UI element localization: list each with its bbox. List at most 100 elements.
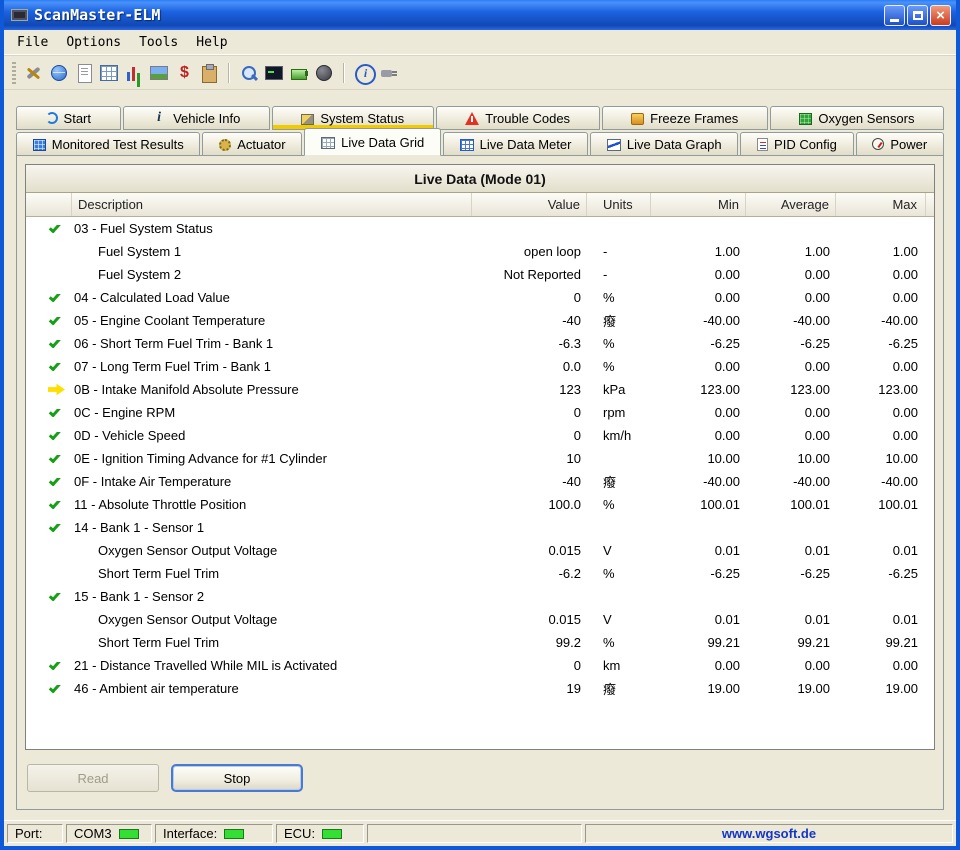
average-cell: 1.00 <box>746 244 836 259</box>
tab-label: Actuator <box>237 137 285 152</box>
tab-system-status[interactable]: System Status <box>272 106 434 130</box>
data-row[interactable]: Short Term Fuel Trim-6.2%-6.25-6.25-6.25 <box>26 562 934 585</box>
tab-vehicle-info[interactable]: Vehicle Info <box>123 106 270 130</box>
current-row-arrow-icon <box>48 383 65 396</box>
toolbar-grip[interactable] <box>12 62 16 84</box>
stop-button[interactable]: Stop <box>171 764 303 792</box>
units-cell: % <box>587 635 651 650</box>
tab-live-data-graph[interactable]: Live Data Graph <box>590 132 738 156</box>
description-cell: 06 - Short Term Fuel Trim - Bank 1 <box>72 336 472 351</box>
chart-icon[interactable] <box>123 62 145 84</box>
check-icon <box>49 317 61 325</box>
row-status-cell <box>26 340 72 348</box>
average-cell: -40.00 <box>746 313 836 328</box>
grid-body: 03 - Fuel System StatusFuel System 1open… <box>26 217 934 749</box>
terminal-icon[interactable] <box>263 62 285 84</box>
website-link[interactable]: www.wgsoft.de <box>722 826 816 841</box>
window-controls: × <box>884 5 951 26</box>
tab-freeze-frames[interactable]: Freeze Frames <box>602 106 768 130</box>
tab-trouble-codes[interactable]: Trouble Codes <box>436 106 600 130</box>
min-cell: -40.00 <box>651 474 746 489</box>
data-row[interactable]: 06 - Short Term Fuel Trim - Bank 1-6.3%-… <box>26 332 934 355</box>
tab-pid-config[interactable]: PID Config <box>740 132 853 156</box>
data-row[interactable]: 07 - Long Term Fuel Trim - Bank 10.0%0.0… <box>26 355 934 378</box>
column-header-value[interactable]: Value <box>472 193 587 216</box>
description-cell: 0B - Intake Manifold Absolute Pressure <box>72 382 472 397</box>
tab-label: Vehicle Info <box>173 111 240 126</box>
column-header-min[interactable]: Min <box>651 193 746 216</box>
min-cell: 0.00 <box>651 658 746 673</box>
data-row[interactable]: Short Term Fuel Trim99.2%99.2199.2199.21 <box>26 631 934 654</box>
menu-options[interactable]: Options <box>57 32 130 53</box>
value-cell: 100.0 <box>472 497 587 512</box>
max-cell: 123.00 <box>836 382 926 397</box>
oxygen-sensors-icon <box>799 113 812 125</box>
column-header-max[interactable]: Max <box>836 193 926 216</box>
info-icon[interactable] <box>353 62 375 84</box>
interface-cell: Interface: <box>155 824 273 843</box>
min-cell: 0.00 <box>651 359 746 374</box>
column-header-units[interactable]: Units <box>587 193 651 216</box>
column-header-description[interactable]: Description <box>72 193 472 216</box>
value-cell: 0 <box>472 428 587 443</box>
data-table-icon[interactable] <box>98 62 120 84</box>
image-icon[interactable] <box>148 62 170 84</box>
data-row[interactable]: 14 - Bank 1 - Sensor 1 <box>26 516 934 539</box>
value-cell: 123 <box>472 382 587 397</box>
read-button[interactable]: Read <box>27 764 159 792</box>
tab-monitored-test-results[interactable]: Monitored Test Results <box>16 132 200 156</box>
data-row[interactable]: 04 - Calculated Load Value0%0.000.000.00 <box>26 286 934 309</box>
tools-icon[interactable] <box>23 62 45 84</box>
tab-live-data-grid[interactable]: Live Data Grid <box>304 128 441 156</box>
data-row[interactable]: Fuel System 2Not Reported-0.000.000.00 <box>26 263 934 286</box>
data-row[interactable]: 0F - Intake Air Temperature-40癈-40.00-40… <box>26 470 934 493</box>
license-icon[interactable] <box>173 62 195 84</box>
data-row[interactable]: 05 - Engine Coolant Temperature-40癈-40.0… <box>26 309 934 332</box>
offline-globe-icon[interactable] <box>313 62 335 84</box>
data-row[interactable]: Oxygen Sensor Output Voltage0.015V0.010.… <box>26 539 934 562</box>
data-row[interactable]: 0C - Engine RPM0rpm0.000.000.00 <box>26 401 934 424</box>
battery-icon[interactable] <box>288 62 310 84</box>
data-row[interactable]: 46 - Ambient air temperature19癈19.0019.0… <box>26 677 934 700</box>
search-icon[interactable] <box>238 62 260 84</box>
tab-start[interactable]: Start <box>16 106 121 130</box>
value-cell: -6.2 <box>472 566 587 581</box>
units-cell: % <box>587 359 651 374</box>
menu-tools[interactable]: Tools <box>130 32 187 53</box>
plug-icon[interactable] <box>378 62 400 84</box>
menu-file[interactable]: File <box>8 32 57 53</box>
start-icon <box>46 112 58 124</box>
maximize-button[interactable] <box>907 5 928 26</box>
data-row[interactable]: 03 - Fuel System Status <box>26 217 934 240</box>
report-icon[interactable] <box>73 62 95 84</box>
column-header-icon[interactable] <box>26 193 72 216</box>
column-header-average[interactable]: Average <box>746 193 836 216</box>
data-row[interactable]: 15 - Bank 1 - Sensor 2 <box>26 585 934 608</box>
close-button[interactable]: × <box>930 5 951 26</box>
data-row[interactable]: 0D - Vehicle Speed0km/h0.000.000.00 <box>26 424 934 447</box>
data-row[interactable]: 0B - Intake Manifold Absolute Pressure12… <box>26 378 934 401</box>
average-cell: -6.25 <box>746 566 836 581</box>
ecu-label: ECU: <box>284 826 315 841</box>
menu-help[interactable]: Help <box>187 32 236 53</box>
data-row[interactable]: 0E - Ignition Timing Advance for #1 Cyli… <box>26 447 934 470</box>
tab-label: Live Data Meter <box>480 137 572 152</box>
minimize-button[interactable] <box>884 5 905 26</box>
tab-power[interactable]: Power <box>856 132 944 156</box>
description-cell: 07 - Long Term Fuel Trim - Bank 1 <box>72 359 472 374</box>
clipboard-icon[interactable] <box>198 62 220 84</box>
data-row[interactable]: Fuel System 1open loop-1.001.001.00 <box>26 240 934 263</box>
monitored-tests-icon <box>33 139 46 151</box>
connect-globe-icon[interactable] <box>48 62 70 84</box>
min-cell: 123.00 <box>651 382 746 397</box>
value-cell: -6.3 <box>472 336 587 351</box>
titlebar[interactable]: ScanMaster-ELM × <box>4 0 956 30</box>
tab-live-data-meter[interactable]: Live Data Meter <box>443 132 588 156</box>
tab-actuator[interactable]: Actuator <box>202 132 302 156</box>
check-icon <box>49 478 61 486</box>
data-row[interactable]: Oxygen Sensor Output Voltage0.015V0.010.… <box>26 608 934 631</box>
tab-oxygen-sensors[interactable]: Oxygen Sensors <box>770 106 944 130</box>
data-row[interactable]: 21 - Distance Travelled While MIL is Act… <box>26 654 934 677</box>
average-cell: 0.01 <box>746 612 836 627</box>
data-row[interactable]: 11 - Absolute Throttle Position100.0%100… <box>26 493 934 516</box>
